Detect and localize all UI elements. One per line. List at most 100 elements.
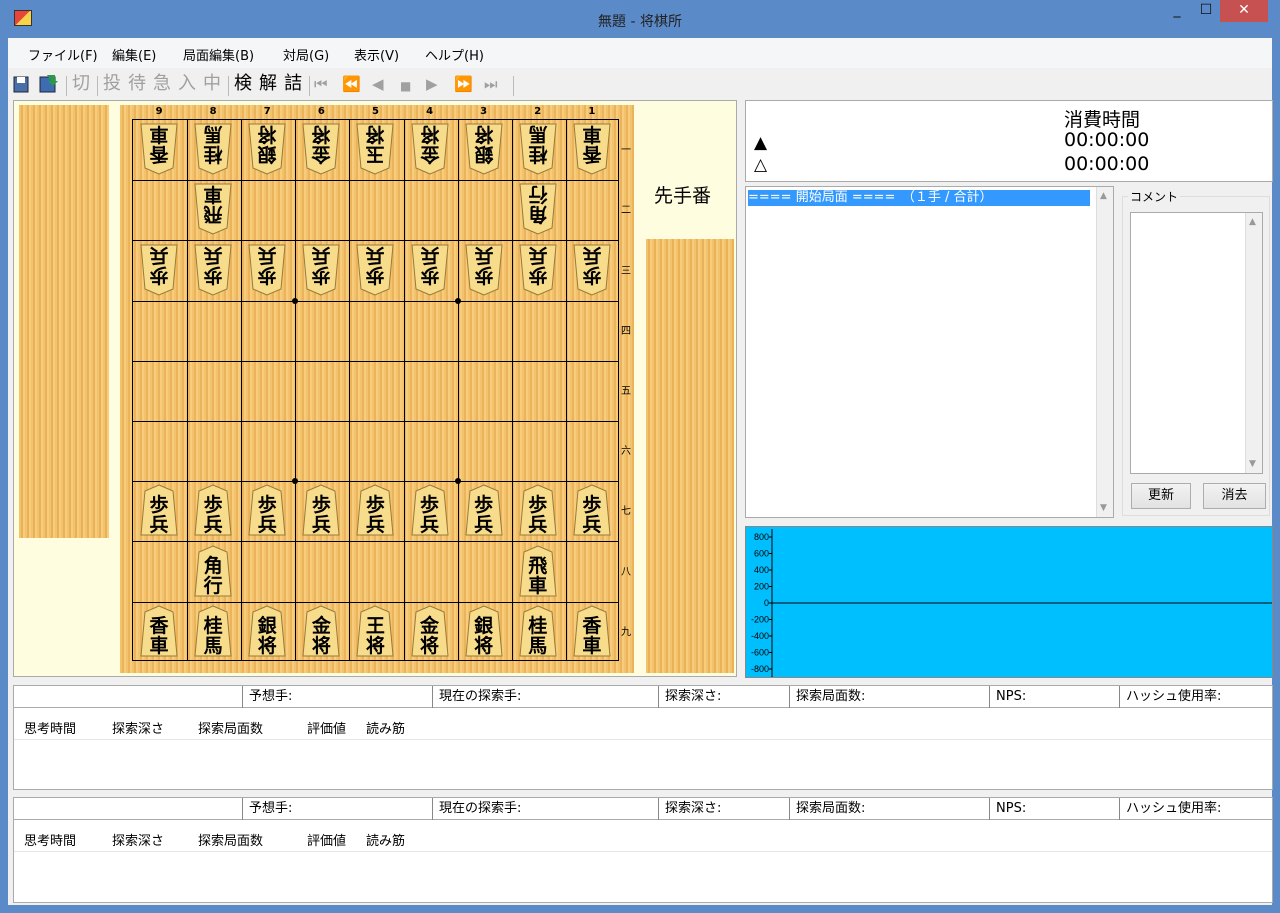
move-list-item[interactable]: ==== 開始局面 ==== （１手 / 合計） [748,190,1090,206]
engine-column[interactable]: 思考時間 [24,830,76,849]
piece-char: 歩 [257,263,277,286]
toolbar-button-tsume[interactable]: 詰 [284,73,302,95]
sente-piece[interactable]: 歩兵 [138,483,180,537]
engine-column[interactable]: 探索深さ [112,830,164,849]
toolbar-button-resign[interactable]: 投 [103,73,121,95]
gote-piece[interactable]: 銀将 [463,122,505,176]
sente-piece-stand[interactable] [646,239,734,673]
menu-view[interactable]: 表示(V) [354,45,399,64]
sente-piece[interactable]: 王将 [354,604,396,658]
engine-status-bar: 予想手: 現在の探索手: 探索深さ: 探索局面数: NPS: ハッシュ使用率: [14,686,1272,708]
gote-piece[interactable]: 角行 [517,182,559,236]
rank-label: 二 [621,205,631,217]
sente-piece[interactable]: 歩兵 [192,483,234,537]
scroll-down-icon[interactable]: ▼ [1249,459,1256,469]
toolbar-button-interrupt[interactable]: 中 [203,73,221,95]
engine-column[interactable]: 探索局面数 [198,718,263,737]
gote-piece[interactable]: 桂馬 [517,122,559,176]
piece-char: 兵 [582,243,602,266]
gote-piece[interactable]: 歩兵 [354,243,396,297]
gote-piece[interactable]: 歩兵 [463,243,505,297]
save-file-icon[interactable] [38,74,60,100]
menu-position-edit[interactable]: 局面編集(B) [183,45,254,64]
gote-piece[interactable]: 飛車 [192,182,234,236]
sente-piece[interactable]: 銀将 [246,604,288,658]
sente-piece[interactable]: 歩兵 [246,483,288,537]
next-move-button[interactable]: ▶ [426,73,438,95]
gote-piece[interactable]: 歩兵 [300,243,342,297]
menu-game[interactable]: 対局(G) [283,45,329,64]
sente-piece[interactable]: 歩兵 [354,483,396,537]
update-comment-button[interactable]: 更新 [1131,483,1191,509]
comment-textarea[interactable]: ▲ ▼ [1130,212,1263,474]
gote-piece[interactable]: 桂馬 [192,122,234,176]
gote-piece[interactable]: 玉将 [354,122,396,176]
toolbar-button-enter[interactable]: 入 [178,73,196,95]
toolbar-button-solve[interactable]: 解 [259,73,277,95]
engine-column[interactable]: 探索局面数 [198,830,263,849]
sente-piece[interactable]: 歩兵 [571,483,613,537]
sente-piece[interactable]: 歩兵 [463,483,505,537]
gote-piece[interactable]: 歩兵 [192,243,234,297]
gote-piece[interactable]: 歩兵 [246,243,288,297]
gote-piece[interactable]: 銀将 [246,122,288,176]
sente-piece[interactable]: 香車 [571,604,613,658]
open-file-icon[interactable] [12,74,32,100]
engine-status-field: 探索深さ: [658,686,721,708]
toolbar-button-wait[interactable]: 待 [128,73,146,95]
sente-piece[interactable]: 角行 [192,544,234,598]
last-move-button[interactable]: ⏭ [484,73,498,95]
engine-column[interactable]: 探索深さ [112,718,164,737]
toolbar-button-setsu[interactable]: 切 [72,73,90,95]
toolbar-button-hurry[interactable]: 急 [153,73,171,95]
next-10-button[interactable]: ⏩ [454,73,473,95]
sente-piece[interactable]: 桂馬 [517,604,559,658]
menu-edit[interactable]: 編集(E) [112,45,156,64]
gote-piece[interactable]: 歩兵 [138,243,180,297]
sente-piece[interactable]: 金将 [409,604,451,658]
maximize-button[interactable]: ☐ [1192,0,1220,22]
first-move-button[interactable]: ⏮ [314,73,328,95]
toolbar-button-analyze[interactable]: 検 [234,73,252,95]
minimize-button[interactable]: _ [1162,0,1192,22]
engine-column[interactable]: 思考時間 [24,718,76,737]
clear-comment-button[interactable]: 消去 [1203,483,1266,509]
menu-file[interactable]: ファイル(F) [28,45,98,64]
move-list-scrollbar[interactable]: ▲ ▼ [1096,187,1113,517]
gote-piece[interactable]: 金将 [409,122,451,176]
engine-column[interactable]: 読み筋 [366,830,405,849]
engine-column[interactable]: 評価値 [307,830,346,849]
engine-column[interactable]: 評価値 [307,718,346,737]
comment-scrollbar[interactable]: ▲ ▼ [1245,213,1262,473]
sente-piece[interactable]: 歩兵 [409,483,451,537]
title-bar[interactable]: 無題 - 将棋所 _ ☐ ✕ [0,0,1280,38]
prev-move-button[interactable]: ◀ [372,73,384,95]
stop-button[interactable]: ■ [400,75,411,97]
scroll-down-icon[interactable]: ▼ [1100,503,1107,513]
evaluation-graph-canvas: 800 600 400 200 0 -200 -400 -600 -800 [751,529,1272,677]
gote-piece-stand[interactable] [19,105,109,538]
gote-mark: △ [754,155,768,175]
gote-piece[interactable]: 歩兵 [517,243,559,297]
sente-piece[interactable]: 飛車 [517,544,559,598]
close-button[interactable]: ✕ [1220,0,1268,22]
sente-piece[interactable]: 桂馬 [192,604,234,658]
prev-10-button[interactable]: ⏪ [342,73,361,95]
gote-piece[interactable]: 香車 [138,122,180,176]
engine-column[interactable]: 読み筋 [366,718,405,737]
evaluation-graph[interactable]: 800 600 400 200 0 -200 -400 -600 -800 [745,526,1273,678]
sente-piece[interactable]: 歩兵 [300,483,342,537]
gote-piece[interactable]: 金将 [300,122,342,176]
scroll-up-icon[interactable]: ▲ [1249,217,1256,227]
sente-piece[interactable]: 金将 [300,604,342,658]
gote-piece[interactable]: 歩兵 [409,243,451,297]
move-list[interactable]: ==== 開始局面 ==== （１手 / 合計） ▲ ▼ [745,186,1114,518]
sente-piece[interactable]: 銀将 [463,604,505,658]
gote-piece[interactable]: 香車 [571,122,613,176]
sente-piece[interactable]: 香車 [138,604,180,658]
sente-piece[interactable]: 歩兵 [517,483,559,537]
engine-status-field: ハッシュ使用率: [1119,686,1221,708]
menu-help[interactable]: ヘルプ(H) [425,45,484,64]
gote-piece[interactable]: 歩兵 [571,243,613,297]
scroll-up-icon[interactable]: ▲ [1100,191,1107,201]
